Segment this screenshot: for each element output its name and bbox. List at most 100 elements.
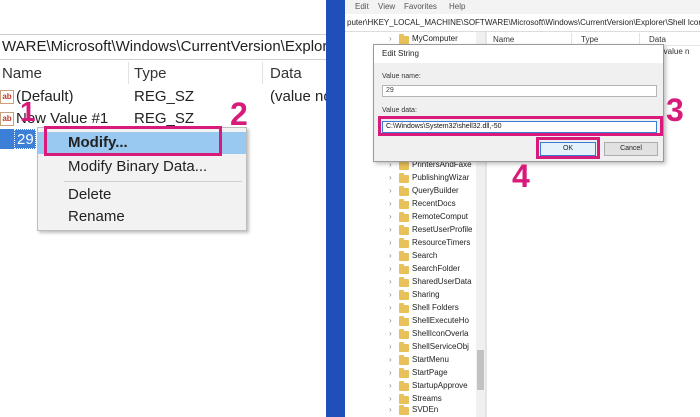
folder-icon — [399, 186, 409, 196]
value-type: REG_SZ — [134, 110, 195, 127]
folder-icon — [399, 368, 409, 378]
step-3-label: 3 — [666, 92, 684, 128]
dialog-title: Edit String — [374, 45, 663, 63]
address-bar[interactable]: WARE\Microsoft\Windows\CurrentVersion\Ex… — [0, 34, 326, 60]
tree-item[interactable]: › ResetUserProfile — [385, 224, 477, 237]
step-1-label: 1 — [20, 96, 36, 127]
value-name-field[interactable]: 29 — [382, 85, 657, 97]
tree-item[interactable]: › ShellServiceObj — [385, 341, 477, 354]
chevron-right-icon[interactable]: › — [389, 355, 392, 364]
menu-favorites[interactable]: Favorites — [404, 2, 437, 11]
tree-item[interactable]: › ResourceTimers — [385, 237, 477, 250]
folder-icon — [399, 303, 409, 313]
folder-icon — [399, 251, 409, 261]
folder-icon — [399, 342, 409, 352]
tree-item[interactable]: › RemoteComput — [385, 211, 477, 224]
folder-icon — [399, 34, 409, 44]
column-type[interactable]: Type — [134, 65, 167, 82]
menu-item-delete[interactable]: Delete — [38, 184, 246, 206]
chevron-right-icon[interactable]: › — [389, 34, 392, 43]
chevron-right-icon[interactable]: › — [389, 264, 392, 273]
value-data: (value no — [270, 88, 326, 105]
column-type[interactable]: Type — [581, 35, 598, 44]
ab-icon: ab — [0, 112, 14, 126]
folder-icon — [399, 225, 409, 235]
chevron-right-icon[interactable]: › — [389, 405, 392, 414]
folder-icon — [399, 394, 409, 404]
tree-item[interactable]: › SVDEn — [385, 404, 477, 417]
table-row[interactable]: ab (Default) REG_SZ (value no — [0, 85, 326, 109]
tree-item[interactable]: › Sharing — [385, 289, 477, 302]
chevron-right-icon[interactable]: › — [389, 342, 392, 351]
folder-icon — [399, 199, 409, 209]
column-name[interactable]: Name — [2, 65, 42, 82]
ab-icon: ab — [0, 90, 14, 104]
tree-item[interactable]: › StartMenu — [385, 354, 477, 367]
menu-help[interactable]: Help — [449, 2, 465, 11]
chevron-right-icon[interactable]: › — [389, 186, 392, 195]
folder-icon — [399, 329, 409, 339]
tree-item[interactable]: › SearchFolder — [385, 263, 477, 276]
chevron-right-icon[interactable]: › — [389, 381, 392, 390]
menu-item-rename[interactable]: Rename — [38, 206, 246, 228]
value-type: REG_SZ — [134, 88, 195, 105]
chevron-right-icon[interactable]: › — [389, 290, 392, 299]
menu-item-modify-binary[interactable]: Modify Binary Data... — [38, 156, 246, 178]
folder-icon — [399, 290, 409, 300]
scrollbar-thumb[interactable] — [477, 350, 484, 390]
folder-icon — [399, 316, 409, 326]
step-2-highlight-box — [44, 126, 222, 156]
value-name-label: Value name: — [382, 73, 421, 80]
chevron-right-icon[interactable]: › — [389, 329, 392, 338]
folder-icon — [399, 238, 409, 248]
chevron-right-icon[interactable]: › — [389, 368, 392, 377]
chevron-right-icon[interactable]: › — [389, 212, 392, 221]
tree-item[interactable]: › ShellIconOverla — [385, 328, 477, 341]
selected-value-29[interactable]: 29 — [14, 129, 36, 149]
tree-item[interactable]: › PublishingWizar — [385, 172, 477, 185]
tree-item[interactable]: › Search — [385, 250, 477, 263]
cancel-button[interactable]: Cancel — [604, 142, 658, 156]
folder-icon — [399, 381, 409, 391]
value-data-label: Value data: — [382, 107, 417, 114]
step-4-highlight-box — [536, 137, 600, 159]
edit-string-dialog: Edit String Value name: 29 Value data: C… — [373, 44, 664, 162]
tree-item[interactable]: › ShellExecuteHo — [385, 315, 477, 328]
chevron-right-icon[interactable]: › — [389, 303, 392, 312]
folder-icon — [399, 212, 409, 222]
left-registry-panel: WARE\Microsoft\Windows\CurrentVersion\Ex… — [0, 0, 326, 417]
tree-item[interactable]: › SharedUserData — [385, 276, 477, 289]
data-preview: (value n — [661, 47, 690, 56]
folder-icon — [399, 405, 409, 415]
folder-icon — [399, 160, 409, 170]
folder-icon — [399, 277, 409, 287]
menu-bar: Edit View Favorites Help — [345, 0, 700, 14]
right-registry-panel: Edit View Favorites Help puter\HKEY_LOCA… — [345, 0, 700, 417]
chevron-right-icon[interactable]: › — [389, 394, 392, 403]
tree-item[interactable]: › StartupApprove — [385, 380, 477, 393]
folder-icon — [399, 173, 409, 183]
chevron-right-icon[interactable]: › — [389, 173, 392, 182]
chevron-right-icon[interactable]: › — [389, 225, 392, 234]
chevron-right-icon[interactable]: › — [389, 277, 392, 286]
tree-item[interactable]: › StartPage — [385, 367, 477, 380]
tree-item[interactable]: › QueryBuilder — [385, 185, 477, 198]
chevron-right-icon[interactable]: › — [389, 251, 392, 260]
chevron-right-icon[interactable]: › — [389, 238, 392, 247]
chevron-right-icon[interactable]: › — [389, 199, 392, 208]
column-name[interactable]: Name — [493, 35, 514, 44]
step-4-label: 4 — [512, 158, 530, 194]
address-bar[interactable]: puter\HKEY_LOCAL_MACHINE\SOFTWARE\Micros… — [345, 14, 700, 32]
menu-view[interactable]: View — [378, 2, 395, 11]
step-3-highlight-box — [378, 116, 663, 136]
folder-icon — [399, 355, 409, 365]
panel-divider — [326, 0, 345, 417]
column-data[interactable]: Data — [270, 65, 302, 82]
tree-item[interactable]: › RecentDocs — [385, 198, 477, 211]
column-data[interactable]: Data — [649, 35, 666, 44]
tree-item[interactable]: › Shell Folders — [385, 302, 477, 315]
menu-edit[interactable]: Edit — [355, 2, 369, 11]
column-header: Name Type Data — [0, 62, 326, 84]
step-2-label: 2 — [230, 96, 248, 132]
chevron-right-icon[interactable]: › — [389, 316, 392, 325]
